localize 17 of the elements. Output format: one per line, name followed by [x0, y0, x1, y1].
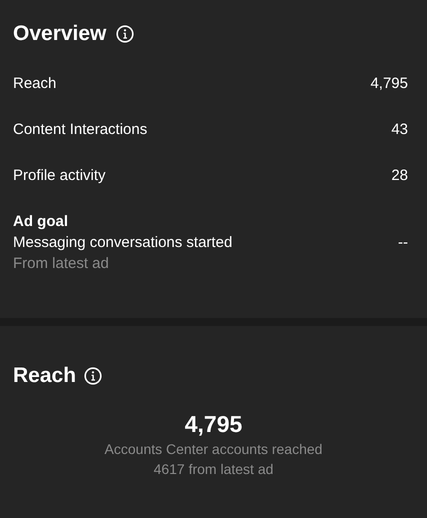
reach-note: 4617 from latest ad — [154, 460, 274, 479]
metric-value: 28 — [391, 166, 408, 186]
metric-label: Profile activity — [13, 166, 106, 186]
ad-goal-note: From latest ad — [13, 254, 110, 274]
reach-value: 4,795 — [184, 410, 242, 439]
section-title: Reach — [13, 363, 76, 390]
ad-goal-label: Messaging conversations started — [13, 233, 232, 253]
ad-goal-value: -- — [398, 232, 408, 253]
metric-value: 4,795 — [370, 74, 408, 94]
section-title: Overview — [13, 21, 106, 48]
info-icon[interactable] — [84, 367, 102, 385]
metric-label: Content Interactions — [13, 120, 148, 140]
reach-caption: Accounts Center accounts reached — [104, 440, 322, 459]
ad-goal-title: Ad goal — [13, 212, 69, 232]
info-icon[interactable] — [116, 25, 134, 43]
metric-label: Reach — [13, 74, 56, 94]
metric-value: 43 — [391, 120, 408, 140]
